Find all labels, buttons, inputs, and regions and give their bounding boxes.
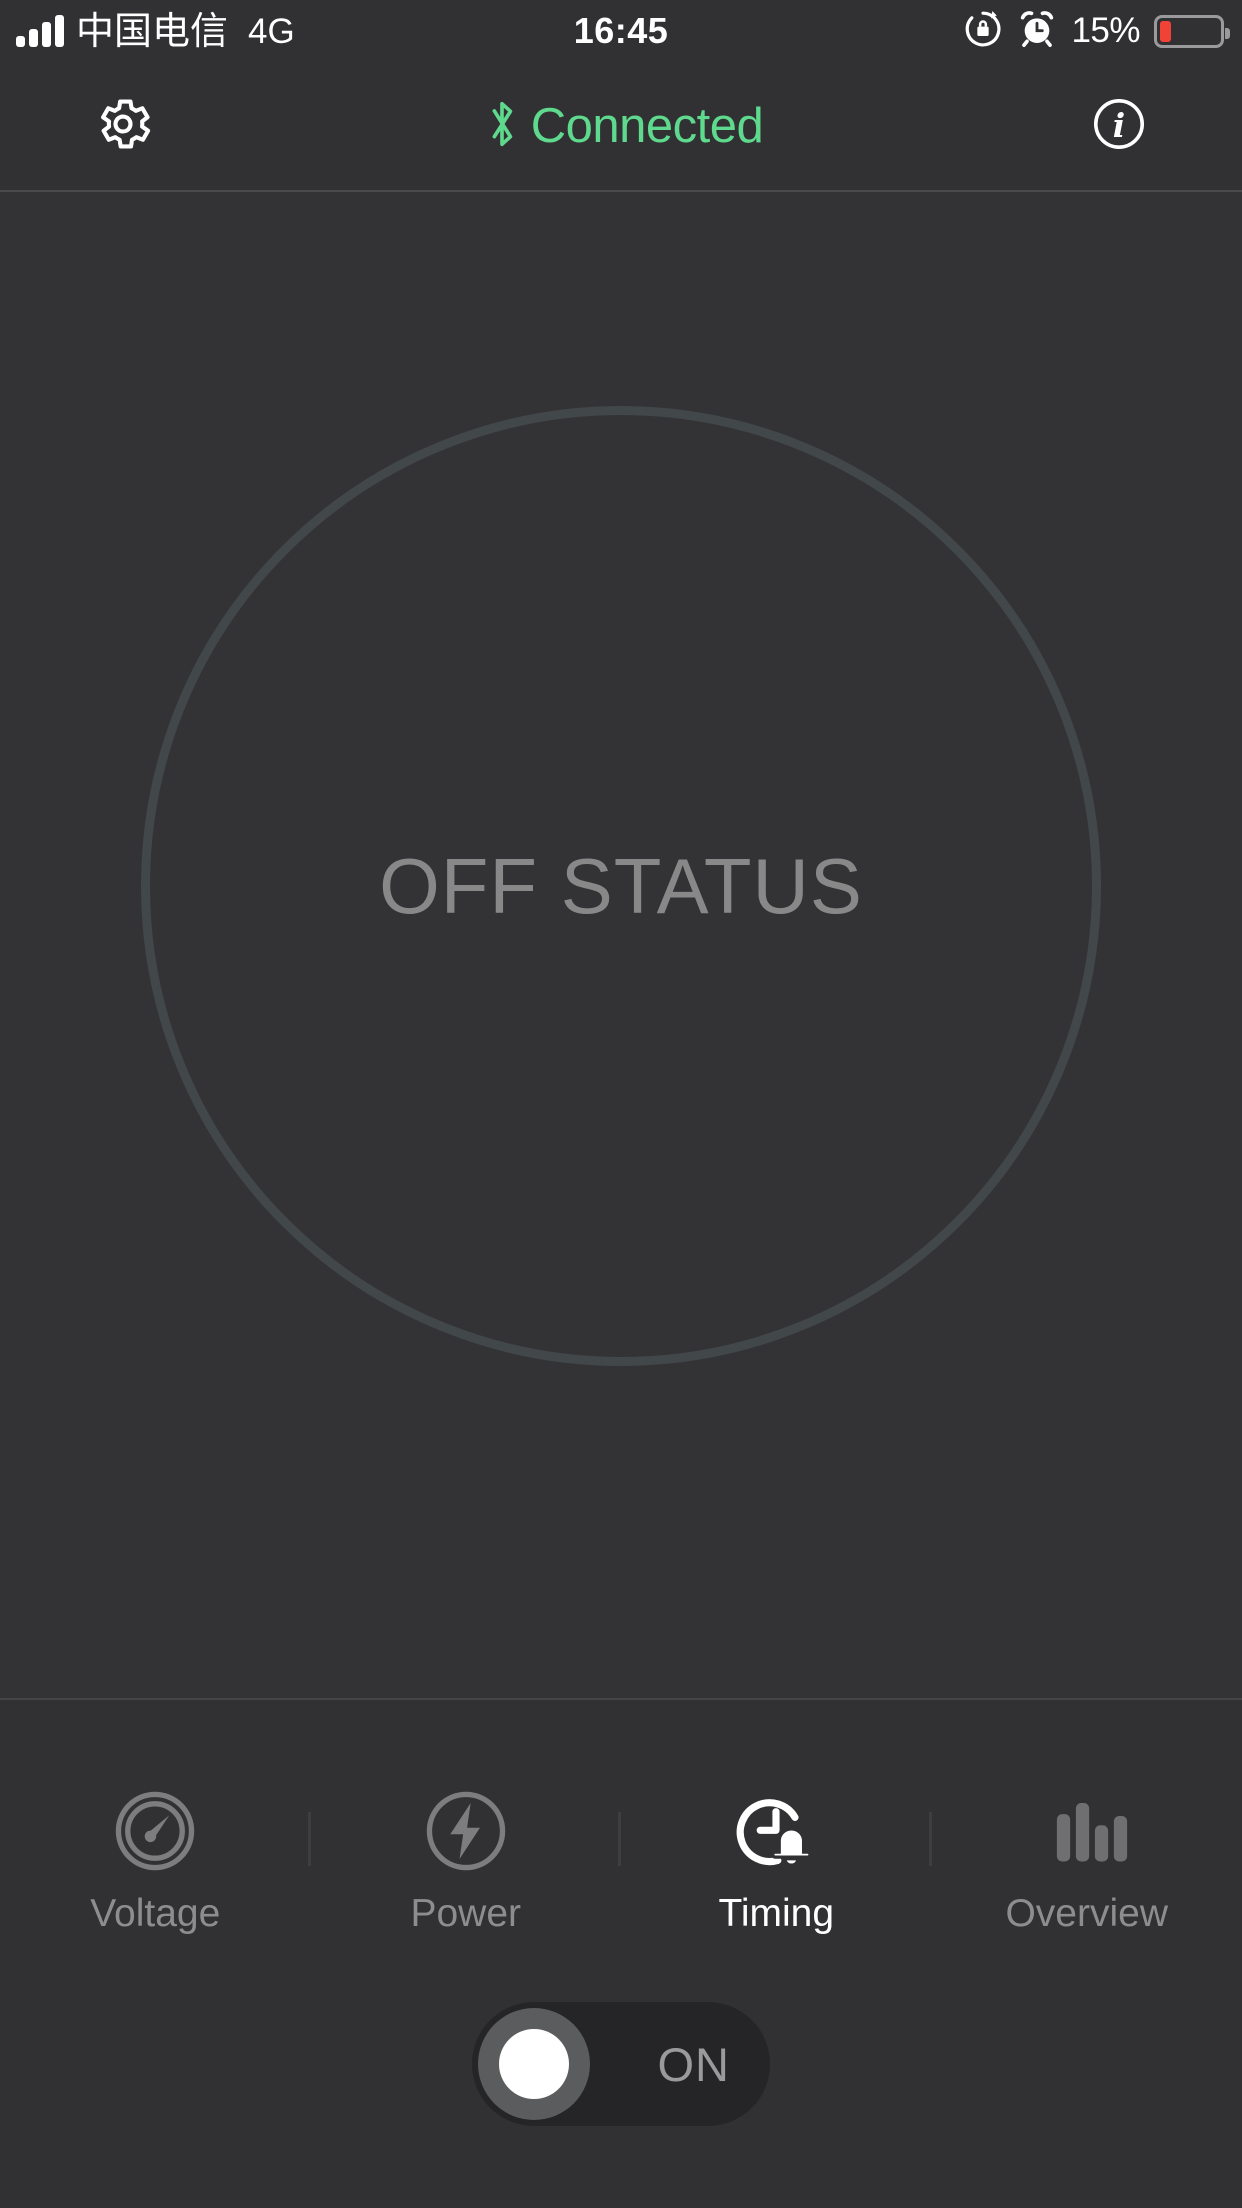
battery-icon [1154,14,1230,48]
tab-voltage[interactable]: Voltage [0,1788,311,1933]
bluetooth-icon [479,95,525,158]
alarm-clock-icon [1017,9,1057,54]
rotation-lock-icon [963,9,1003,54]
bottom-panel: Voltage Power Timing Overview ON [0,1698,1242,2208]
tab-label: Voltage [90,1892,221,1935]
gauge-icon [112,1788,198,1874]
tab-label: Overview [1005,1892,1169,1935]
tab-label: Timing [718,1892,835,1935]
bar-chart-icon [1044,1788,1130,1874]
toggle-label: ON [657,2037,730,2091]
battery-percent-label: 15% [1071,11,1140,50]
tab-power[interactable]: Power [311,1788,622,1933]
lightning-icon [423,1788,509,1874]
svg-text:i: i [1113,106,1125,145]
tab-overview[interactable]: Overview [932,1788,1242,1933]
tab-label: Power [410,1892,522,1935]
tab-timing[interactable]: Timing [621,1788,932,1933]
app-root: 中国电信 4G 16:45 15% Connected i OFF STATUS… [0,0,1242,2208]
info-icon: i [1090,95,1148,158]
tab-bar: Voltage Power Timing Overview [0,1700,1242,1988]
status-bar-right: 15% [963,0,1230,62]
status-bar: 中国电信 4G 16:45 15% [0,0,1242,62]
device-status-circle[interactable]: OFF STATUS [141,406,1101,1366]
device-status-label: OFF STATUS [379,841,863,930]
clock-bell-icon [733,1788,819,1874]
connection-status-label: Connected [530,98,764,153]
app-header: Connected i [0,62,1242,192]
main-content: OFF STATUS [0,192,1242,1698]
toggle-knob[interactable] [478,2008,590,2120]
info-button[interactable]: i [1054,62,1184,190]
power-toggle[interactable]: ON [472,2002,770,2126]
power-toggle-row: ON [0,2002,1242,2126]
